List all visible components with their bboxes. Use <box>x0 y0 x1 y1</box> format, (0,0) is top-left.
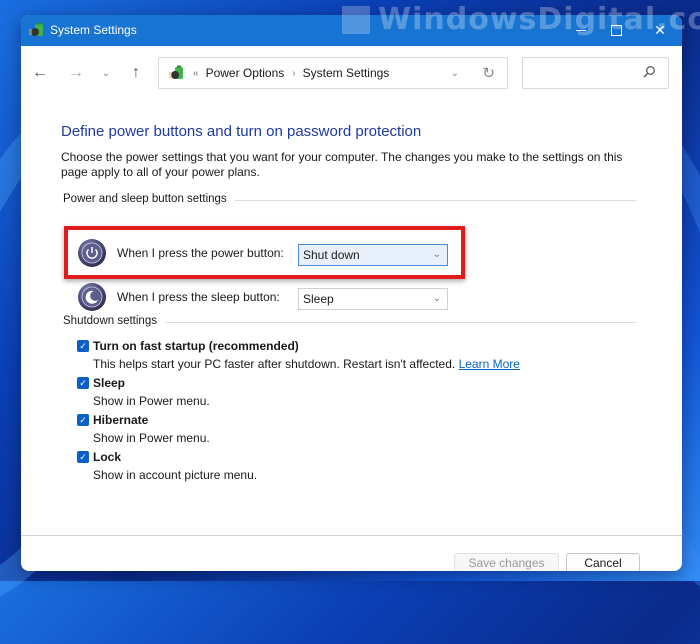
maximize-button[interactable] <box>596 15 636 46</box>
close-button[interactable]: ✕ <box>640 15 680 46</box>
power-options-app-icon <box>29 22 43 36</box>
back-button[interactable]: ← <box>29 62 51 84</box>
arrow-right-icon: → <box>68 64 84 81</box>
breadcrumb-separator-icon[interactable]: › <box>292 68 295 79</box>
checkmark-icon: ✓ <box>79 415 87 425</box>
checkmark-icon: ✓ <box>79 378 87 388</box>
title-bar: System Settings ✕ <box>21 15 682 46</box>
learn-more-link[interactable]: Learn More <box>459 357 520 371</box>
close-icon: ✕ <box>654 22 666 38</box>
sleep-icon <box>78 283 106 311</box>
page-heading: Define power buttons and turn on passwor… <box>61 123 422 140</box>
fast-startup-title: Turn on fast startup (recommended) <box>93 339 299 353</box>
overflow-chevron-icon[interactable]: « <box>193 68 199 79</box>
shutdown-group-label: Shutdown settings <box>63 315 165 327</box>
fast-startup-description: This helps start your PC faster after sh… <box>93 357 520 371</box>
sleep-checkbox[interactable]: ✓ <box>77 377 89 389</box>
power-sleep-group-label: Power and sleep button settings <box>63 193 235 205</box>
power-button-action-select[interactable]: Shut down ⌄ <box>298 244 448 266</box>
save-changes-button[interactable]: Save changes <box>454 553 559 571</box>
power-button-label: When I press the power button: <box>117 246 284 260</box>
arrow-left-icon: ← <box>32 64 48 81</box>
address-bar[interactable]: « Power Options › System Settings ⌄ ↻ <box>158 57 508 89</box>
chevron-down-icon: ⌄ <box>432 249 441 260</box>
hibernate-description: Show in Power menu. <box>93 431 210 445</box>
sleep-button-row: When I press the sleep button: <box>77 282 280 312</box>
minimize-icon <box>576 30 586 31</box>
breadcrumb-system-settings[interactable]: System Settings <box>303 66 390 80</box>
refresh-icon[interactable]: ↻ <box>482 64 495 82</box>
window-title: System Settings <box>50 23 137 37</box>
power-button-action-value: Shut down <box>303 248 360 262</box>
arrow-up-icon: ↑ <box>132 64 140 81</box>
search-box[interactable] <box>522 57 669 89</box>
address-dropdown-icon[interactable]: ⌄ <box>451 68 459 79</box>
breadcrumb-power-options[interactable]: Power Options <box>206 66 285 80</box>
power-options-icon <box>169 65 183 79</box>
lock-description: Show in account picture menu. <box>93 468 258 482</box>
cancel-button[interactable]: Cancel <box>566 553 640 571</box>
chevron-down-icon: ⌄ <box>101 67 111 79</box>
search-input[interactable] <box>529 64 643 84</box>
minimize-button[interactable] <box>561 15 601 46</box>
chevron-down-icon: ⌄ <box>432 293 441 304</box>
sleep-button-label: When I press the sleep button: <box>117 290 280 304</box>
forward-button[interactable]: → <box>65 62 87 84</box>
sleep-title: Sleep <box>93 376 126 390</box>
checkmark-icon: ✓ <box>79 452 87 462</box>
navigation-bar: ← → ⌄ ↑ « Power Options › System Setting… <box>21 46 682 100</box>
sleep-button-action-value: Sleep <box>303 292 334 306</box>
power-button-row: When I press the power button: <box>77 238 284 268</box>
recent-locations-button[interactable]: ⌄ <box>95 62 117 84</box>
content-area: Define power buttons and turn on passwor… <box>21 100 682 571</box>
fast-startup-checkbox[interactable]: ✓ <box>77 340 89 352</box>
power-icon <box>78 239 106 267</box>
checkmark-icon: ✓ <box>79 341 87 351</box>
lock-title: Lock <box>93 450 122 464</box>
maximize-icon <box>610 25 622 36</box>
sleep-button-action-select[interactable]: Sleep ⌄ <box>298 288 448 310</box>
search-icon <box>643 66 655 78</box>
lock-checkbox[interactable]: ✓ <box>77 451 89 463</box>
up-button[interactable]: ↑ <box>125 62 147 84</box>
system-settings-window: System Settings ✕ ← → ⌄ ↑ « Power Option… <box>21 15 682 571</box>
footer-divider <box>21 535 682 536</box>
page-description: Choose the power settings that you want … <box>61 150 623 179</box>
hibernate-title: Hibernate <box>93 413 149 427</box>
fast-startup-description-text: This helps start your PC faster after sh… <box>93 357 456 371</box>
hibernate-checkbox[interactable]: ✓ <box>77 414 89 426</box>
sleep-description: Show in Power menu. <box>93 394 210 408</box>
